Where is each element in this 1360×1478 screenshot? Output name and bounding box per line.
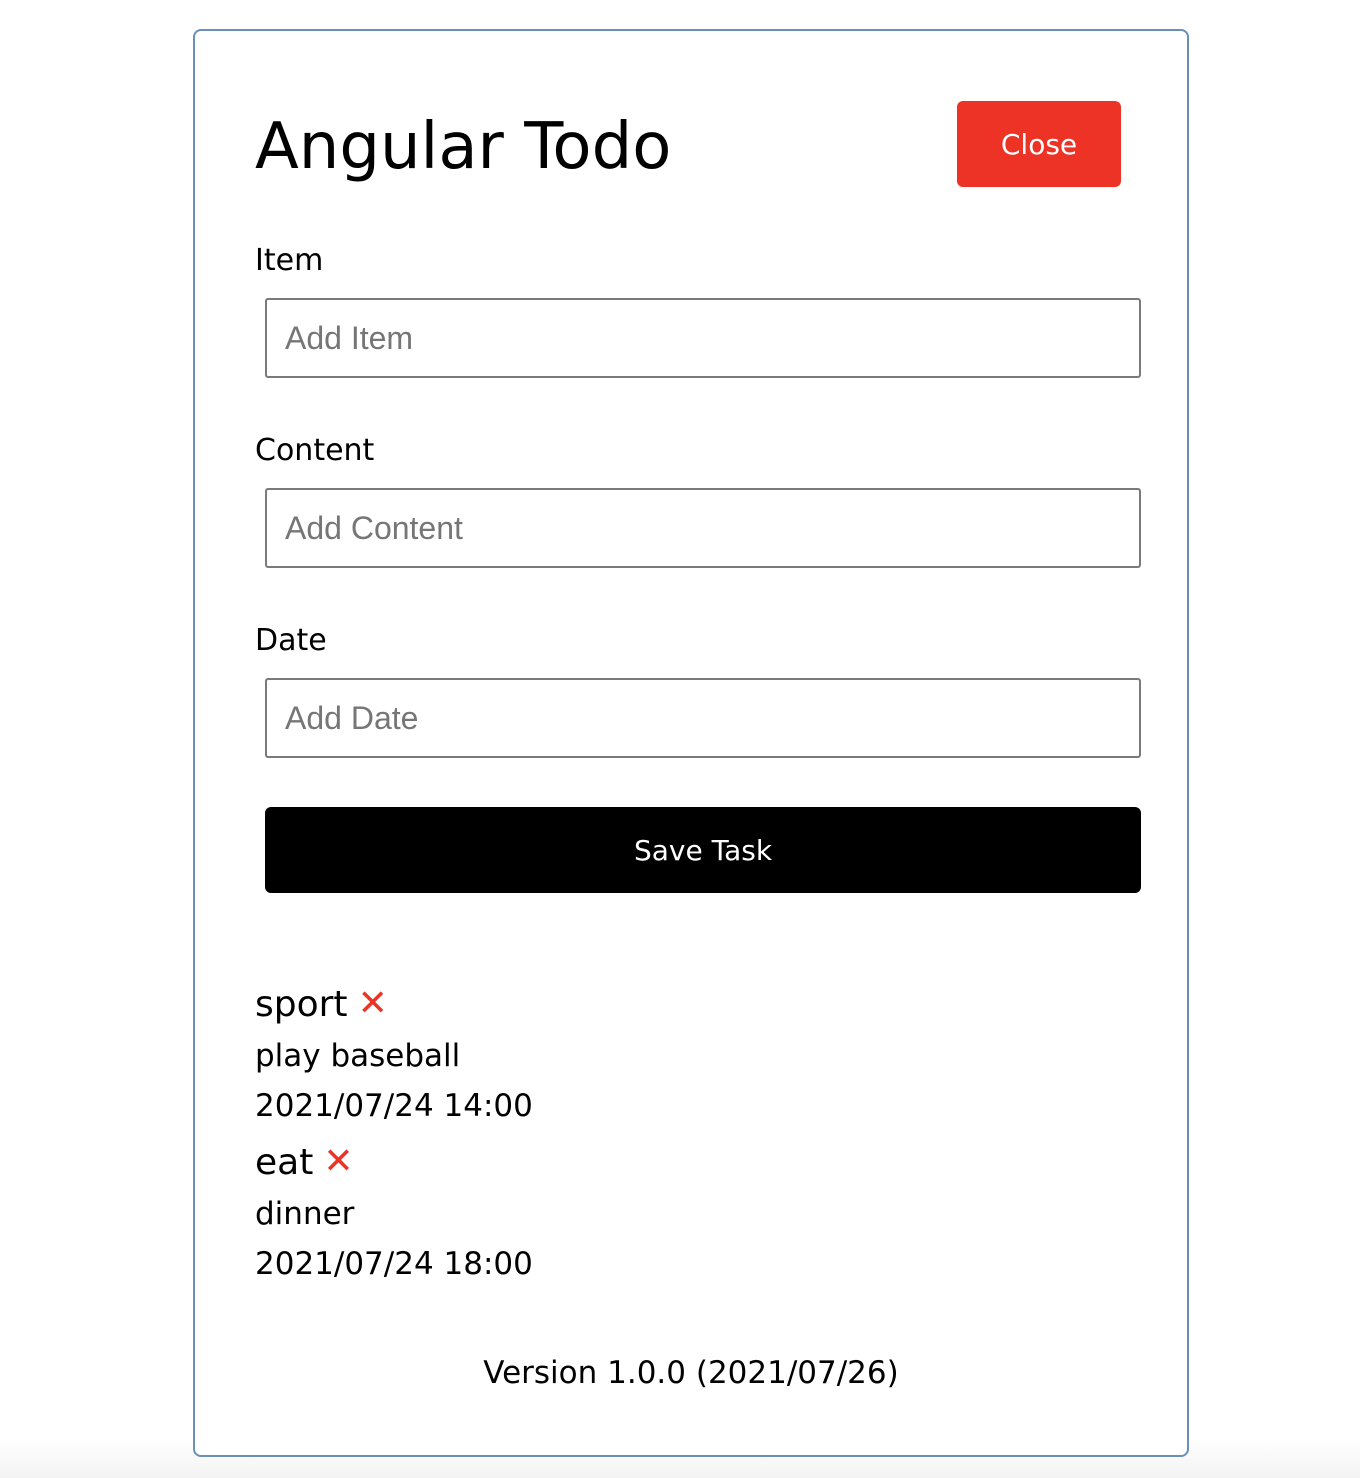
content-label: Content (255, 433, 375, 468)
task-content: dinner (255, 1196, 355, 1232)
date-label: Date (255, 623, 327, 658)
page-title: Angular Todo (255, 110, 672, 184)
header: Angular Todo Close (255, 101, 1123, 191)
task-date: 2021/07/24 14:00 (255, 1088, 533, 1124)
delete-x-icon[interactable]: ✕ (358, 986, 388, 1022)
close-button[interactable]: Close (957, 101, 1121, 187)
content-input[interactable] (265, 488, 1141, 568)
item-input[interactable] (265, 298, 1141, 378)
version-text: Version 1.0.0 (2021/07/26) (483, 1355, 899, 1391)
task-title: eat (255, 1141, 314, 1183)
task-date: 2021/07/24 18:00 (255, 1246, 533, 1282)
task-content: play baseball (255, 1038, 461, 1074)
task-title: sport (255, 983, 348, 1025)
item-label: Item (255, 243, 324, 278)
date-input[interactable] (265, 678, 1141, 758)
save-task-button[interactable]: Save Task (265, 807, 1141, 893)
task-list: sport ✕ play baseball 2021/07/24 14:00 e… (255, 977, 1115, 1293)
delete-x-icon[interactable]: ✕ (323, 1144, 353, 1180)
task-item: sport ✕ play baseball 2021/07/24 14:00 (255, 977, 1115, 1131)
todo-card: Angular Todo Close Item Content Date Sav… (193, 29, 1189, 1457)
task-item: eat ✕ dinner 2021/07/24 18:00 (255, 1135, 1115, 1289)
